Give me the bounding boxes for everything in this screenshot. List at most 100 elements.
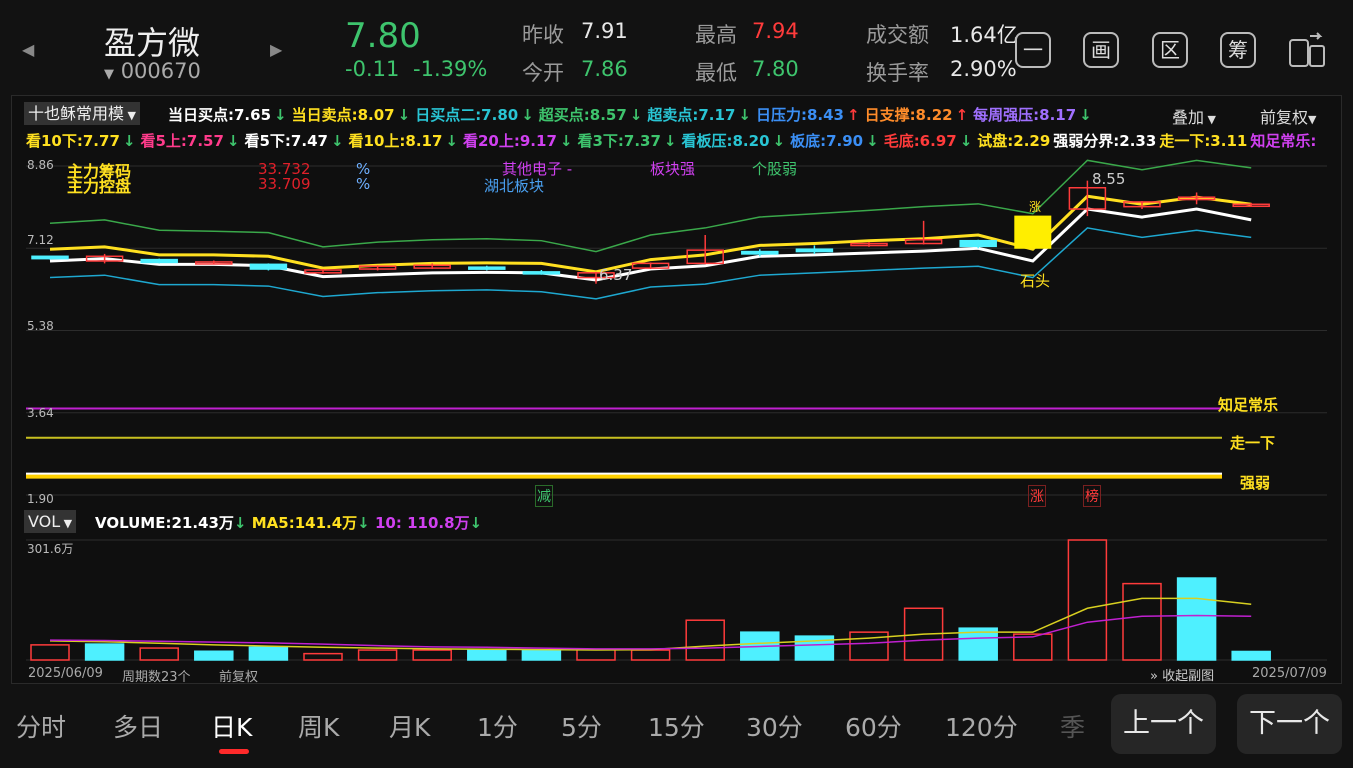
- volume-bar: [685, 619, 725, 661]
- volume-bar: [576, 648, 616, 661]
- tab-15min[interactable]: 15分: [648, 708, 705, 744]
- trend-arrow-icon: ↓: [274, 106, 287, 124]
- axis-label-y2: 7.12: [27, 233, 54, 247]
- vol-selector[interactable]: VOL ▼: [24, 510, 77, 533]
- kline-chart[interactable]: [12, 152, 1342, 507]
- open-label: 今开: [522, 61, 564, 85]
- control-value: 33.709: [258, 175, 311, 193]
- indicator-selector[interactable]: 十也稣常用模 ▼: [24, 102, 140, 125]
- tab-30min[interactable]: 30分: [746, 708, 803, 744]
- indicator-value: 走一下:3.11: [1159, 132, 1248, 150]
- indicator-value: 日买点二:7.80: [415, 106, 519, 124]
- indicator-value: 看板压:8.20: [681, 132, 770, 150]
- control-pct: %: [356, 175, 371, 193]
- trend-arrow-icon: ↓: [521, 106, 534, 124]
- overlay-selector[interactable]: 叠加 ▼: [1172, 104, 1216, 128]
- indicator-value: 日压力:8.43: [755, 106, 844, 124]
- indicator-value: 当日买点:7.65: [168, 106, 272, 124]
- back-arrow-icon[interactable]: ◀: [22, 40, 34, 59]
- indicator-values-row2: 看10下:7.77 ↓ 看5上:7.57 ↓ 看5下:7.47 ↓ 看10上:8.17 ↓ 看2…: [26, 130, 1341, 150]
- axis-label-y3: 5.38: [27, 319, 54, 333]
- low-value: 7.80: [752, 57, 799, 81]
- vol-readout: VOLUME:21.43万↓ MA5:141.4万↓ 10: 110.8万↓: [95, 514, 483, 532]
- trend-arrow-icon: ↓: [772, 132, 786, 150]
- trend-arrow-icon: ↑: [955, 106, 969, 124]
- change-percent: -1.39%: [413, 57, 488, 81]
- collapse-subchart[interactable]: » 收起副图: [1150, 665, 1214, 684]
- volume-bar: [630, 649, 671, 661]
- candle-body: [468, 266, 506, 270]
- tab-120min[interactable]: 120分: [945, 708, 1018, 744]
- volume-bar: [1013, 633, 1053, 661]
- volume-value: VOLUME:21.43万: [95, 514, 234, 532]
- candle-body: [959, 239, 997, 248]
- prev-button[interactable]: 上一个: [1111, 694, 1216, 754]
- prev-close-label: 昨收: [522, 23, 564, 47]
- start-date: 2025/06/09: [28, 666, 103, 681]
- indicator-value: 看5上:7.57: [140, 132, 224, 150]
- volume-bar: [357, 649, 398, 661]
- change-value: -0.11: [345, 57, 400, 81]
- axis-label-y1: 8.86: [27, 158, 54, 172]
- indicator-value: 超买点:8.57: [538, 106, 627, 124]
- amount-value: 1.64亿: [950, 23, 1018, 47]
- indicator-value: 毛底:6.97: [883, 132, 957, 150]
- tab-yuek[interactable]: 月K: [389, 708, 430, 744]
- turnover-label: 换手率: [866, 61, 929, 85]
- volume-chart[interactable]: [12, 538, 1342, 664]
- volume-bar: [521, 649, 562, 661]
- volume-bar: [139, 647, 179, 661]
- axis-label-y4: 3.64: [27, 406, 54, 420]
- tab-60min[interactable]: 60分: [845, 708, 902, 744]
- trend-arrow-icon: ↓: [738, 106, 751, 124]
- high-value: 7.94: [752, 19, 799, 43]
- up-mark-top: 涨: [1029, 200, 1042, 214]
- stock-code[interactable]: ▼ 000670: [104, 59, 201, 83]
- bang-badge: 榜: [1083, 485, 1101, 507]
- trend-arrow-icon: ↓: [445, 132, 458, 150]
- trend-arrow-icon: ↓: [330, 132, 344, 150]
- active-tab-indicator: [219, 749, 249, 754]
- tab-fenshi[interactable]: 分时: [16, 708, 66, 744]
- trend-arrow-icon: ↓: [122, 132, 136, 150]
- volume-bar: [1067, 539, 1108, 661]
- tab-duori[interactable]: 多日: [113, 708, 163, 744]
- indicator-value: 每周强压:8.17: [973, 106, 1077, 124]
- volume-bar: [412, 649, 452, 661]
- volume-bar: [303, 652, 343, 661]
- minus-box-icon[interactable]: 一: [1015, 32, 1051, 68]
- trend-arrow-icon: ↓: [1079, 106, 1092, 124]
- indicator-value: 看10下:7.77: [26, 132, 120, 150]
- period-count: 周期数23个: [122, 670, 191, 685]
- sector2-label: 湖北板块: [484, 177, 545, 195]
- tab-1min[interactable]: 1分: [477, 708, 518, 744]
- zone-box-icon[interactable]: 区: [1152, 32, 1188, 68]
- forward-arrow-icon[interactable]: ▶: [270, 40, 282, 59]
- ma5-value: MA5:141.4万: [251, 514, 358, 532]
- indicator-value: 板底:7.90: [790, 132, 864, 150]
- line-yellow: [49, 194, 1252, 274]
- tab-rik[interactable]: 日K: [211, 708, 252, 744]
- vol-ma10-line: [49, 614, 1252, 650]
- indicator-value: 日支撑:8.22: [864, 106, 953, 124]
- caret-down-icon: ▼: [60, 517, 73, 530]
- control-label: 主力控盘: [67, 177, 132, 196]
- next-button[interactable]: 下一个: [1237, 694, 1342, 754]
- adjust-selector[interactable]: 前复权▼: [1260, 104, 1316, 128]
- open-value: 7.86: [581, 57, 628, 81]
- low-mark: 6.37: [599, 266, 633, 284]
- tab-5min[interactable]: 5分: [561, 708, 602, 744]
- tab-zhouk[interactable]: 周K: [298, 708, 339, 744]
- chip-box-icon[interactable]: 筹: [1220, 32, 1256, 68]
- tab-season[interactable]: 季: [1060, 708, 1085, 744]
- picture-box-icon[interactable]: 画: [1083, 32, 1119, 68]
- trend-arrow-icon: ↓: [629, 106, 643, 124]
- indicator-value: 看5下:7.47: [244, 132, 328, 150]
- volume-bar: [84, 643, 125, 661]
- indicator-value: 看20上:9.17: [463, 132, 557, 150]
- indicator-values-row1: 当日买点:7.65 ↓ 当日卖点:8.07 ↓ 日买点二:7.80 ↓ 超买点:8.57 ↓ 超…: [168, 104, 1097, 124]
- trend-arrow-icon: ↑: [846, 106, 860, 124]
- axis-label-y5: 1.90: [27, 492, 54, 506]
- switch-device-icon[interactable]: [1288, 32, 1328, 70]
- adjust-label: 前复权: [219, 670, 259, 685]
